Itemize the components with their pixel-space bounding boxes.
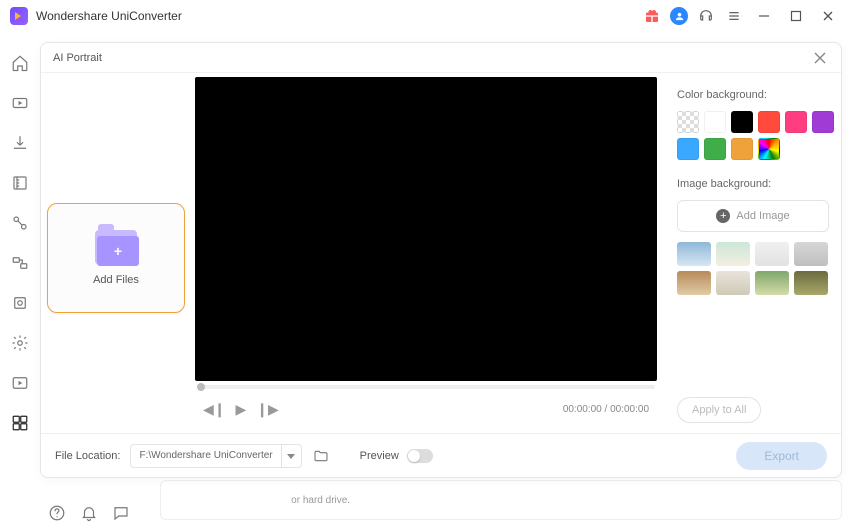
plus-circle-icon: +	[716, 209, 730, 223]
gift-icon[interactable]	[642, 6, 662, 26]
next-frame-button[interactable]: ❙▶	[256, 401, 279, 418]
image-thumb[interactable]	[755, 242, 789, 266]
notification-icon[interactable]	[80, 504, 98, 522]
preview-toggle[interactable]	[407, 449, 433, 463]
titlebar: Wondershare UniConverter	[0, 0, 850, 32]
file-location-value: F:\Wondershare UniConverter	[131, 450, 280, 461]
image-thumb[interactable]	[755, 271, 789, 295]
sidebar-crop[interactable]	[9, 292, 31, 314]
image-thumb[interactable]	[677, 271, 711, 295]
preview-toggle-label: Preview	[360, 450, 399, 462]
color-swatch[interactable]	[812, 111, 834, 133]
play-button[interactable]: ▶	[236, 401, 247, 418]
image-background-label: Image background:	[677, 178, 829, 190]
add-image-label: Add Image	[736, 210, 789, 222]
color-swatch[interactable]	[758, 138, 780, 160]
image-thumb[interactable]	[677, 242, 711, 266]
panel-close-button[interactable]	[811, 49, 829, 67]
ai-portrait-panel: AI Portrait + Add Files	[40, 42, 842, 478]
color-swatch[interactable]	[731, 138, 753, 160]
sidebar-toolbox[interactable]	[9, 412, 31, 434]
folder-plus-icon: +	[95, 230, 137, 264]
image-thumb[interactable]	[716, 242, 750, 266]
feedback-icon[interactable]	[112, 504, 130, 522]
support-icon[interactable]	[696, 6, 716, 26]
color-background-label: Color background:	[677, 89, 829, 101]
apply-to-all-button[interactable]: Apply to All	[677, 397, 761, 423]
bg-peek-text: or hard drive.	[291, 495, 350, 506]
video-preview	[195, 77, 657, 381]
sidebar-edit[interactable]	[9, 212, 31, 234]
minimize-button[interactable]	[752, 4, 776, 28]
color-swatch[interactable]	[785, 111, 807, 133]
image-thumb-grid	[677, 242, 829, 295]
add-files-label: Add Files	[93, 274, 139, 286]
image-thumb[interactable]	[794, 271, 828, 295]
color-swatch[interactable]	[758, 111, 780, 133]
sidebar-merge[interactable]	[9, 252, 31, 274]
sidebar-download[interactable]	[9, 132, 31, 154]
time-display: 00:00:00 / 00:00:00	[563, 404, 649, 415]
help-icon[interactable]	[48, 504, 66, 522]
color-swatch[interactable]	[704, 138, 726, 160]
prev-frame-button[interactable]: ◀❙	[203, 401, 226, 418]
color-swatch[interactable]	[731, 111, 753, 133]
image-thumb[interactable]	[794, 242, 828, 266]
file-location-label: File Location:	[55, 450, 120, 462]
add-image-button[interactable]: + Add Image	[677, 200, 829, 232]
timeline-thumb[interactable]	[197, 383, 205, 391]
sidebar-converter[interactable]	[9, 92, 31, 114]
sidebar	[0, 32, 40, 528]
menu-icon[interactable]	[724, 6, 744, 26]
export-button[interactable]: Export	[736, 442, 827, 470]
background-card-peek: or hard drive.	[160, 480, 842, 520]
color-swatch[interactable]	[704, 111, 726, 133]
add-files-card[interactable]: + Add Files	[47, 203, 185, 313]
panel-title: AI Portrait	[53, 52, 102, 64]
user-avatar[interactable]	[670, 7, 688, 25]
sidebar-player[interactable]	[9, 372, 31, 394]
browse-folder-button[interactable]	[312, 447, 330, 465]
timeline[interactable]	[195, 381, 657, 393]
color-swatch[interactable]	[677, 138, 699, 160]
file-location-field[interactable]: F:\Wondershare UniConverter	[130, 444, 301, 468]
color-swatch[interactable]	[677, 111, 699, 133]
image-thumb[interactable]	[716, 271, 750, 295]
app-logo	[10, 7, 28, 25]
sidebar-home[interactable]	[9, 52, 31, 74]
file-location-dropdown[interactable]	[281, 444, 301, 468]
maximize-button[interactable]	[784, 4, 808, 28]
sidebar-settings[interactable]	[9, 332, 31, 354]
close-button[interactable]	[816, 4, 840, 28]
color-swatch-grid	[677, 111, 829, 160]
sidebar-compress[interactable]	[9, 172, 31, 194]
app-title: Wondershare UniConverter	[36, 9, 182, 23]
